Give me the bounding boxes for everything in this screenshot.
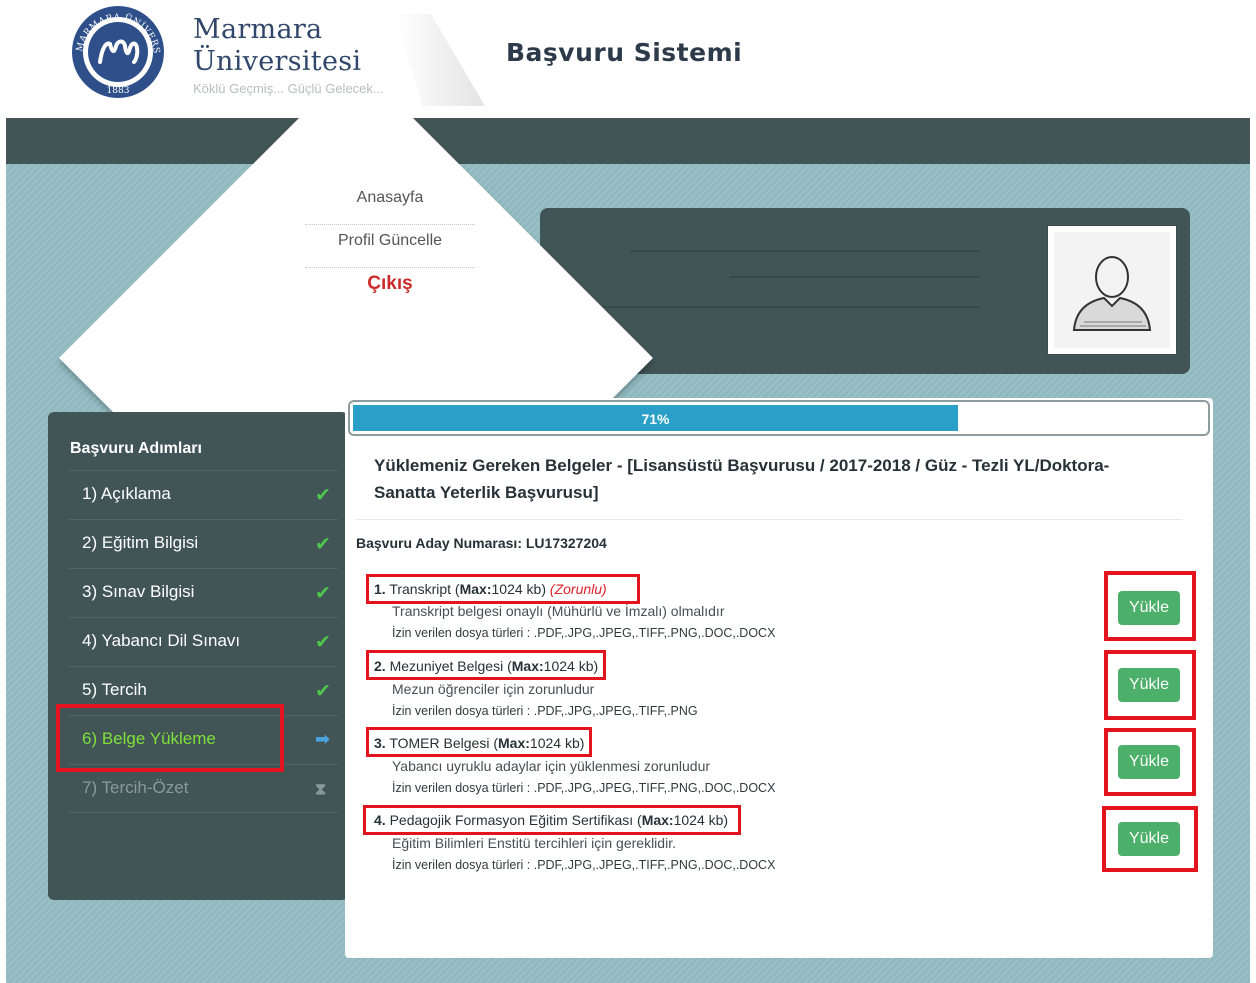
university-motto: Köklü Geçmiş... Güçlü Gelecek...	[193, 81, 384, 96]
step-label: 7) Tercih-Özet	[82, 778, 189, 797]
check-icon: ✔	[315, 680, 331, 702]
step-item-egitim-bilgisi[interactable]: 2) Eğitim Bilgisi ✔	[68, 519, 338, 568]
step-label: 3) Sınav Bilgisi	[82, 582, 195, 601]
step-label: 2) Eğitim Bilgisi	[82, 533, 199, 552]
step-label: 4) Yabancı Dil Sınavı	[82, 631, 241, 650]
university-seal-logo: 1883 MARMARA ÜNİVERSİTESİ	[70, 4, 164, 98]
highlight-box-active-step	[56, 704, 284, 772]
nav-logout-link[interactable]: Çıkış	[305, 268, 475, 311]
header: 1883 MARMARA ÜNİVERSİTESİ Marmara Üniver…	[0, 0, 1256, 118]
document-allowed-types: İzin verilen dosya türleri : .PDF,.JPG,.…	[392, 704, 698, 718]
arrow-right-icon: ➡	[315, 729, 331, 750]
step-item-sinav-bilgisi[interactable]: 3) Sınav Bilgisi ✔	[68, 568, 338, 617]
document-allowed-types: İzin verilen dosya türleri : .PDF,.JPG,.…	[392, 781, 776, 795]
document-description: Mezun öğrenciler için zorunludur	[392, 681, 595, 697]
application-steps-sidebar: Başvuru Adımları 1) Açıklama ✔ 2) Eğitim…	[48, 412, 348, 900]
step-label: 1) Açıklama	[82, 484, 171, 503]
page-title: Yüklemeniz Gereken Belgeler - [Lisansüst…	[374, 456, 1110, 502]
document-description: Transkript belgesi onaylı (Mühürlü ve İm…	[392, 603, 725, 619]
highlight-box-doc3	[366, 727, 592, 757]
hourglass-icon: ⧗	[315, 779, 327, 798]
applicant-number: Başvuru Aday Numarası: LU17327204	[356, 535, 607, 551]
check-icon: ✔	[315, 631, 331, 653]
highlight-box-doc4	[363, 805, 741, 835]
step-item-yabanci-dil[interactable]: 4) Yabancı Dil Sınavı ✔	[68, 617, 338, 666]
step-item-aciklama[interactable]: 1) Açıklama ✔	[68, 470, 338, 519]
progress-label: 71%	[641, 411, 670, 427]
nav-profile-link[interactable]: Profil Güncelle	[305, 225, 475, 268]
system-title: Başvuru Sistemi	[506, 38, 743, 67]
top-nav: Anasayfa Profil Güncelle Çıkış	[305, 182, 475, 311]
document-allowed-types: İzin verilen dosya türleri : .PDF,.JPG,.…	[392, 858, 776, 872]
step-label: 5) Tercih	[82, 680, 147, 699]
divider	[356, 519, 1182, 520]
highlight-box-doc2	[366, 650, 606, 680]
check-icon: ✔	[315, 582, 331, 604]
header-decoration	[395, 14, 485, 106]
sidebar-title: Başvuru Adımları	[70, 440, 202, 457]
highlight-box-upload3	[1104, 728, 1196, 796]
check-icon: ✔	[315, 484, 331, 506]
highlight-box-upload2	[1104, 650, 1196, 720]
check-icon: ✔	[315, 533, 331, 555]
highlight-box-upload1	[1104, 571, 1196, 641]
document-allowed-types: İzin verilen dosya türleri : .PDF,.JPG,.…	[392, 626, 776, 640]
highlight-box-upload4	[1102, 806, 1198, 872]
university-name-line1: Marmara	[193, 14, 323, 45]
highlight-box-doc1	[366, 574, 640, 604]
diamond-nav-container	[6, 118, 1250, 418]
document-description: Yabancı uyruklu adaylar için yüklenmesi …	[392, 758, 711, 774]
nav-home-link[interactable]: Anasayfa	[305, 182, 475, 225]
document-description: Eğitim Bilimleri Enstitü tercihleri için…	[392, 835, 676, 851]
university-name-line2: Üniversitesi	[193, 46, 362, 77]
seal-year: 1883	[107, 86, 130, 96]
